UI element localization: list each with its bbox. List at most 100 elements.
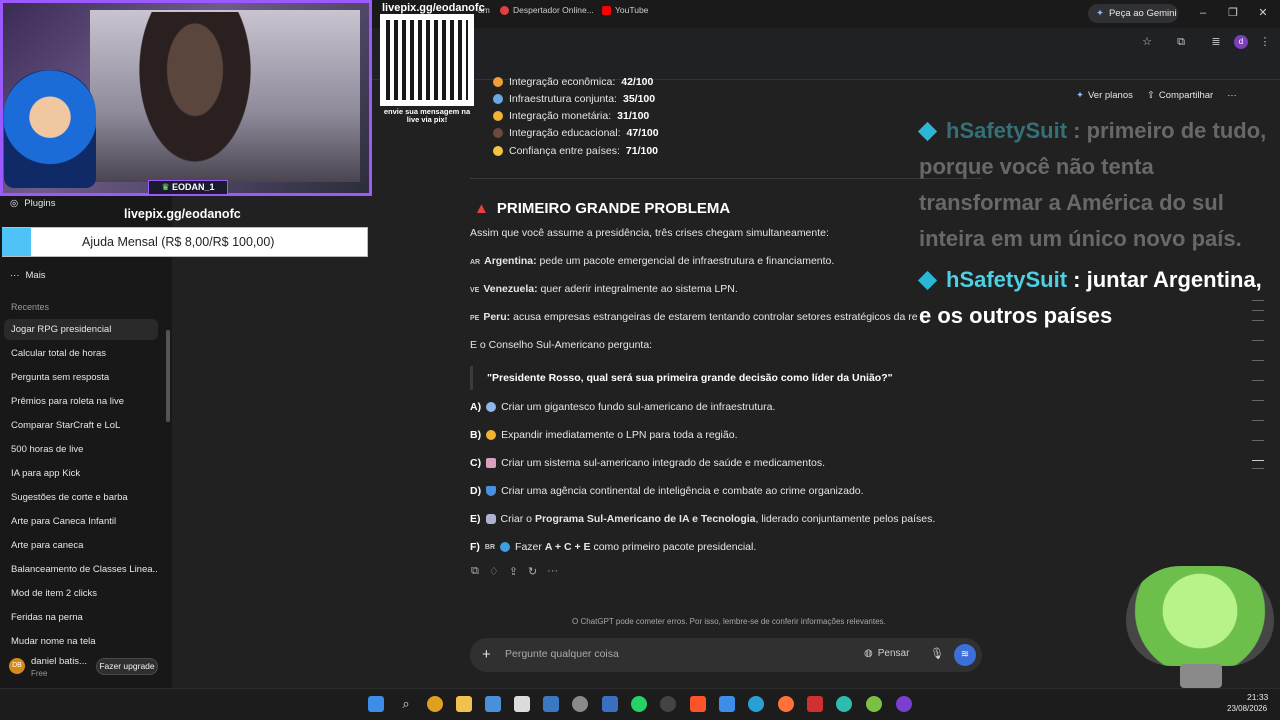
flag-ve-icon: VE bbox=[470, 287, 480, 294]
restore-icon[interactable]: ❐ bbox=[1226, 6, 1240, 20]
option-a: A) Criar um gigantesco fundo sul-america… bbox=[470, 401, 776, 413]
search-icon[interactable]: ⌕ bbox=[398, 696, 414, 712]
settings-icon[interactable] bbox=[572, 696, 588, 712]
notepad-icon[interactable] bbox=[514, 696, 530, 712]
more-options-icon[interactable]: ··· bbox=[1227, 90, 1237, 101]
coin-icon bbox=[493, 111, 503, 121]
start-icon[interactable] bbox=[368, 696, 384, 712]
crisis-venezuela: VE Venezuela: quer aderir integralmente a… bbox=[470, 283, 738, 295]
streamer-name-tag: ♛ EODAN_1 bbox=[148, 180, 228, 195]
microphone-icon[interactable]: 🎙 bbox=[930, 647, 944, 660]
sidebar-scrollbar[interactable] bbox=[166, 330, 170, 422]
vivaldi-icon[interactable] bbox=[807, 696, 823, 712]
app-icon[interactable] bbox=[866, 696, 882, 712]
recent-chat-item[interactable]: Comparar StarCraft e LoL bbox=[4, 415, 158, 436]
recent-chat-item[interactable]: Arte para caneca bbox=[4, 535, 158, 556]
recent-chat-item[interactable]: Balanceamento de Classes Linea... bbox=[4, 559, 158, 580]
scroll-marker bbox=[1252, 380, 1264, 381]
edge-icon[interactable] bbox=[748, 696, 764, 712]
recent-chat-item[interactable]: Feridas na perna bbox=[4, 607, 158, 628]
recent-chat-item[interactable]: Mudar nome na tela bbox=[4, 631, 158, 645]
brave-icon[interactable] bbox=[690, 696, 706, 712]
clock-date[interactable]: 23/08/2026 bbox=[1227, 704, 1267, 713]
sidebar-item-plugins[interactable]: ◎ Plugins bbox=[10, 198, 55, 209]
stream-chat-line: inteira em um único novo país. bbox=[919, 226, 1242, 251]
control-panel-icon[interactable] bbox=[543, 696, 559, 712]
infrastructure-icon bbox=[493, 94, 503, 104]
app-icon[interactable] bbox=[836, 696, 852, 712]
recent-chat-item[interactable]: Pergunta sem resposta bbox=[4, 367, 158, 388]
browser-menu-icon[interactable]: ⋮ bbox=[1258, 35, 1272, 49]
profile-avatar[interactable]: d bbox=[1234, 35, 1248, 49]
think-button[interactable]: ◍ Pensar bbox=[864, 648, 909, 659]
ask-gemini-button[interactable]: ✦ Peça ao Gemini bbox=[1088, 4, 1178, 23]
alarm-icon bbox=[500, 5, 509, 15]
scroll-marker bbox=[1252, 360, 1264, 361]
recent-chat-item[interactable]: Jogar RPG presidencial bbox=[4, 319, 158, 340]
recent-chat-item[interactable]: IA para app Kick bbox=[4, 463, 158, 484]
recent-chat-item[interactable]: Calcular total de horas bbox=[4, 343, 158, 364]
crown-icon: ♛ bbox=[161, 182, 170, 192]
hospital-icon bbox=[486, 458, 497, 468]
photos-icon[interactable] bbox=[485, 696, 501, 712]
sidebar-item-more[interactable]: ··· Mais bbox=[10, 270, 46, 281]
firefox-icon[interactable] bbox=[778, 696, 794, 712]
file-explorer-icon[interactable] bbox=[456, 696, 472, 712]
clock-time[interactable]: 21:33 bbox=[1247, 692, 1268, 702]
stream-chat-message: hSafetySuit : primeiro de tudo, bbox=[917, 113, 1266, 148]
robot-icon bbox=[485, 514, 496, 524]
flag-pe-icon: PE bbox=[470, 315, 480, 322]
score-line: Integração monetária: 31/100 bbox=[493, 110, 649, 122]
chrome-icon[interactable] bbox=[427, 696, 443, 712]
handshake-icon bbox=[493, 146, 503, 156]
council-text: E o Conselho Sul-Americano pergunta: bbox=[470, 339, 653, 351]
message-actions: ⧉ ♢ ⇪ ↻ ··· bbox=[471, 565, 558, 578]
bookmark-star-icon[interactable]: ☆ bbox=[1140, 35, 1154, 49]
whatsapp-icon[interactable] bbox=[631, 696, 647, 712]
share-button[interactable]: ⇪ Compartilhar bbox=[1147, 90, 1213, 101]
scroll-marker bbox=[1252, 440, 1264, 441]
minimize-icon[interactable]: – bbox=[1196, 6, 1210, 20]
education-icon bbox=[493, 128, 503, 138]
economy-icon bbox=[493, 77, 503, 87]
regenerate-icon[interactable]: ↻ bbox=[528, 565, 537, 578]
scroll-marker bbox=[1252, 310, 1264, 311]
bookmark-despertador[interactable]: Despertador Online... bbox=[500, 5, 594, 15]
prompt-input[interactable] bbox=[505, 648, 805, 660]
flag-br-icon: BR bbox=[484, 543, 496, 551]
cube-icon bbox=[917, 270, 938, 291]
extensions-icon[interactable]: ⧉ bbox=[1174, 35, 1188, 49]
upgrade-button[interactable]: Fazer upgrade bbox=[96, 658, 158, 675]
recent-chat-item[interactable]: Prêmios para roleta na live bbox=[4, 391, 158, 412]
shield-icon bbox=[486, 486, 497, 496]
obs-icon[interactable] bbox=[660, 696, 676, 712]
recent-chat-item[interactable]: Mod de item 2 clicks bbox=[4, 583, 158, 604]
close-icon[interactable]: ✕ bbox=[1256, 6, 1270, 20]
streamer-video bbox=[130, 12, 260, 177]
recent-section-label: Recentes bbox=[11, 302, 50, 312]
user-avatar[interactable]: DB bbox=[9, 658, 25, 674]
voice-mode-button[interactable]: ≋ bbox=[954, 644, 976, 666]
copy-icon[interactable]: ⧉ bbox=[471, 565, 479, 578]
scroll-marker bbox=[1252, 420, 1264, 421]
bookmark-youtube[interactable]: YouTube bbox=[602, 5, 648, 15]
score-line: Integração educacional: 47/100 bbox=[493, 127, 659, 139]
more-actions-icon[interactable]: ··· bbox=[547, 565, 558, 578]
recent-chat-item[interactable]: 500 horas de live bbox=[4, 439, 158, 460]
siren-icon: ▲ bbox=[474, 200, 489, 217]
recent-chat-item[interactable]: Arte para Caneca Infantil bbox=[4, 511, 158, 532]
waveform-icon: ≋ bbox=[960, 649, 970, 660]
recent-chat-item[interactable]: Sugestões de corte e barba bbox=[4, 487, 158, 508]
app-icon[interactable] bbox=[602, 696, 618, 712]
share-message-icon[interactable]: ⇪ bbox=[509, 565, 518, 578]
see-plans-button[interactable]: ✦ Ver planos bbox=[1076, 90, 1133, 101]
media-controls-icon[interactable]: ≣ bbox=[1209, 35, 1223, 49]
score-line: Confiança entre países: 71/100 bbox=[493, 145, 658, 157]
vscode-icon[interactable] bbox=[719, 696, 735, 712]
feedback-icon[interactable]: ♢ bbox=[489, 565, 499, 578]
add-attachment-icon[interactable]: + bbox=[482, 646, 491, 663]
council-quote: "Presidente Rosso, qual será sua primeir… bbox=[470, 366, 930, 390]
stream-chat-line: transformar a América do sul bbox=[919, 190, 1224, 215]
share-icon: ⇪ bbox=[1146, 90, 1155, 101]
app-icon[interactable] bbox=[896, 696, 912, 712]
